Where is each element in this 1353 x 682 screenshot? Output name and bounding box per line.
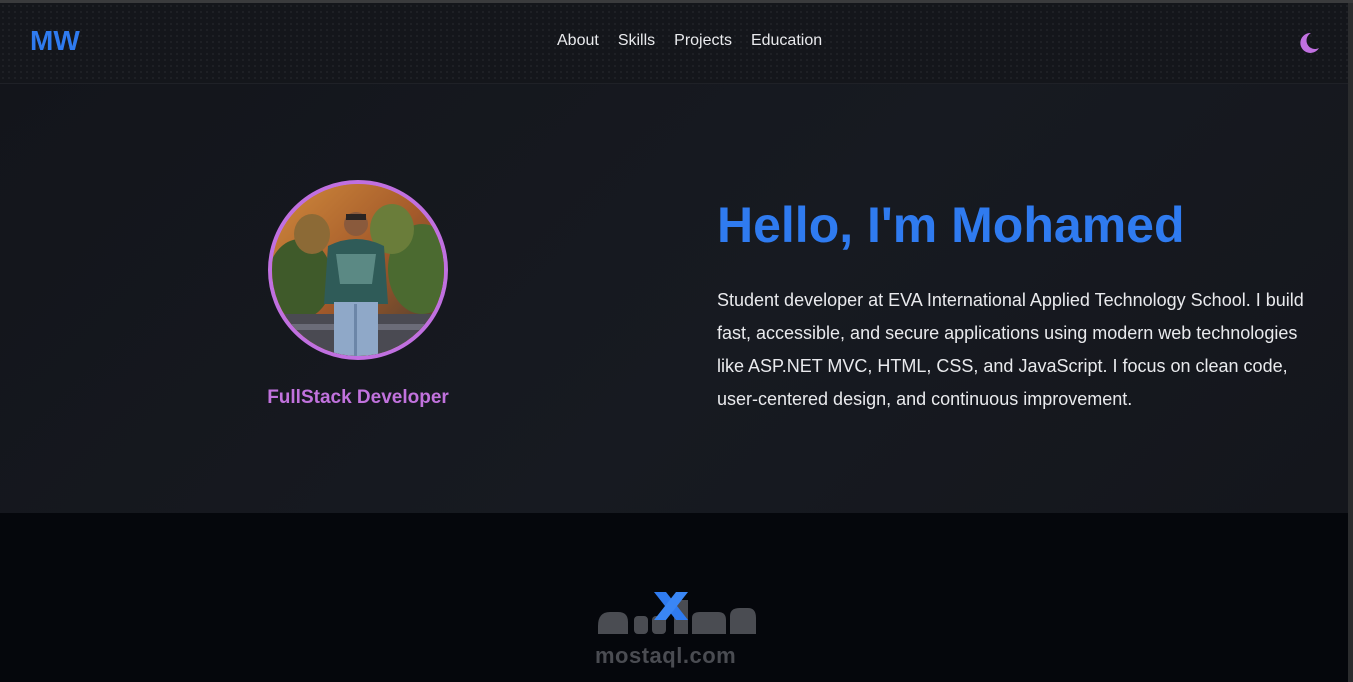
theme-toggle-button[interactable] xyxy=(1294,28,1324,58)
nav-link-skills[interactable]: Skills xyxy=(618,32,655,50)
role-label: FullStack Developer xyxy=(267,387,449,408)
scrollbar[interactable] xyxy=(1348,3,1353,682)
avatar xyxy=(268,180,448,360)
nav-link-education[interactable]: Education xyxy=(751,32,822,50)
hero-title: Hello, I'm Mohamed xyxy=(717,197,1185,253)
logo[interactable]: MW xyxy=(30,25,80,57)
moon-icon xyxy=(1300,32,1319,53)
hero-description: Student developer at EVA International A… xyxy=(717,290,1304,409)
page: MW About Skills Projects Education FullS… xyxy=(0,0,1353,682)
nav-link-about[interactable]: About xyxy=(557,32,599,50)
hero-section: FullStack Developer Hello, I'm Mohamed S… xyxy=(0,84,1348,513)
watermark-text: mostaql.com xyxy=(595,643,737,668)
profile-photo xyxy=(272,184,444,356)
mostaql-logo-icon xyxy=(598,592,756,634)
nav-link-projects[interactable]: Projects xyxy=(674,32,732,50)
navbar: MW About Skills Projects Education xyxy=(0,3,1348,84)
nav-links: About Skills Projects Education xyxy=(557,32,822,50)
